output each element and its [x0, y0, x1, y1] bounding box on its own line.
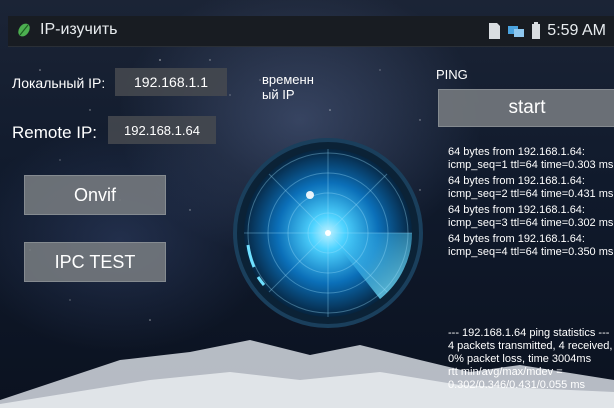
app-leaf-icon: [18, 23, 30, 37]
ping-reply-line: 64 bytes from 192.168.1.64: icmp_seq=4 t…: [448, 233, 614, 258]
local-ip-field[interactable]: 192.168.1.1: [115, 68, 227, 96]
local-ip-label: Локальный IP:: [12, 75, 106, 91]
radar-scanner-graphic: [233, 138, 423, 328]
ping-start-button[interactable]: start: [438, 89, 614, 127]
battery-icon: [532, 22, 541, 39]
ping-output-log: 64 bytes from 192.168.1.64: icmp_seq=1 t…: [448, 146, 614, 262]
onvif-button[interactable]: Onvif: [24, 175, 166, 215]
ping-reply-line: 64 bytes from 192.168.1.64: icmp_seq=1 t…: [448, 146, 614, 171]
ping-stats-header: --- 192.168.1.64 ping statistics ---: [448, 327, 610, 339]
ping-stats-summary: 4 packets transmitted, 4 received, 0% pa…: [448, 340, 613, 365]
ipc-test-button[interactable]: IPC TEST: [24, 242, 166, 282]
app-title: IP-изучить: [40, 21, 118, 38]
remote-ip-field[interactable]: 192.168.1.64: [108, 116, 216, 144]
ping-statistics: --- 192.168.1.64 ping statistics --- 4 p…: [448, 327, 614, 392]
ping-rtt-line: rtt min/avg/max/mdev = 0.302/0.346/0.431…: [448, 366, 585, 391]
ping-title: PING: [436, 67, 468, 82]
remote-ip-label: Remote IP:: [12, 123, 98, 142]
clock: 5:59 AM: [547, 22, 606, 39]
app-screen: IP-изучить 5:59 AM Локальный IP: 192.168…: [0, 0, 614, 408]
sd-card-icon: [489, 23, 501, 39]
network-icon: [508, 26, 525, 37]
ping-reply-line: 64 bytes from 192.168.1.64: icmp_seq=3 t…: [448, 204, 614, 229]
status-bar: IP-изучить 5:59 AM: [8, 16, 614, 47]
ping-reply-line: 64 bytes from 192.168.1.64: icmp_seq=2 t…: [448, 175, 614, 200]
temporary-ip-label: временн ый IP: [262, 72, 314, 102]
